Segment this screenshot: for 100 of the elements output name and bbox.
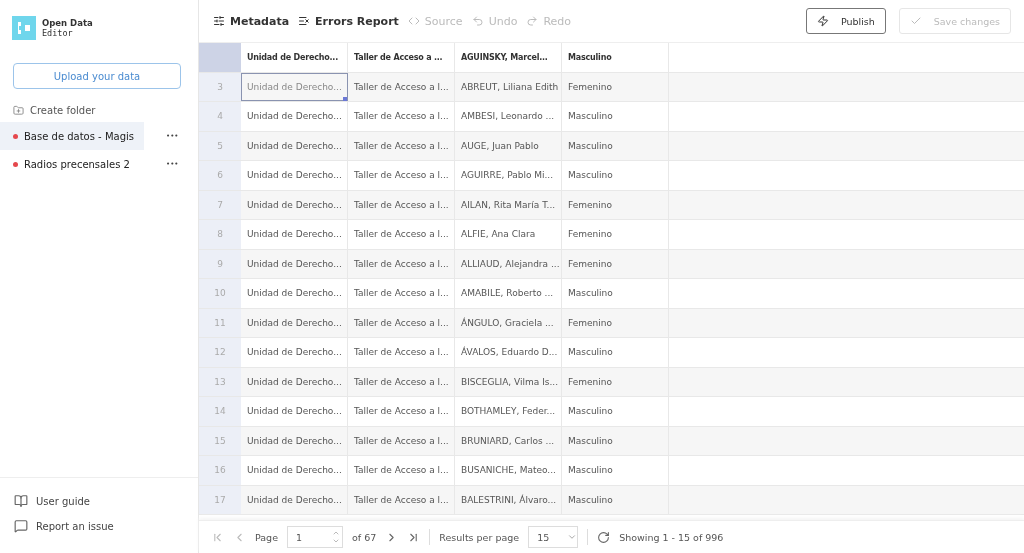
table-cell[interactable]: Masculino [562, 456, 669, 485]
table-cell[interactable]: BISCEGLIA, Vilma Is... [455, 367, 562, 396]
book-icon [14, 494, 28, 508]
upload-button[interactable]: Upload your data [13, 63, 181, 89]
column-header[interactable]: Masculino [562, 43, 669, 72]
table-cell[interactable]: Unidad de Derecho... [241, 397, 348, 426]
up-icon[interactable] [332, 529, 340, 537]
table-cell[interactable]: Unidad de Derecho... [241, 161, 348, 190]
table-cell[interactable]: Masculino [562, 279, 669, 308]
column-header[interactable]: Unidad de Derecho... [241, 43, 348, 72]
table-cell[interactable]: BUSANICHE, Mateo... [455, 456, 562, 485]
row-number: 12 [199, 338, 241, 367]
table-cell[interactable]: Masculino [562, 485, 669, 514]
row-number: 8 [199, 220, 241, 249]
toolbar-button[interactable]: Metadata [213, 14, 295, 28]
table-cell[interactable]: Unidad de Derecho... [241, 308, 348, 337]
per-page-select[interactable]: 15 [528, 526, 579, 548]
create-folder-link[interactable]: Create folder [30, 105, 96, 116]
table-cell[interactable]: Taller de Acceso a l... [348, 190, 455, 219]
table-cell[interactable]: Unidad de Derecho... [241, 338, 348, 367]
table-cell[interactable]: ÁVALOS, Eduardo D... [455, 338, 562, 367]
table-cell[interactable]: Taller de Acceso a l... [348, 131, 455, 160]
row-number: 10 [199, 279, 241, 308]
table-cell[interactable]: Femenino [562, 190, 669, 219]
table-cell[interactable]: Masculino [562, 338, 669, 367]
table-cell[interactable]: Unidad de Derecho... [241, 190, 348, 219]
row-number: 6 [199, 161, 241, 190]
table-cell[interactable]: Taller de Acceso a l... [348, 161, 455, 190]
table-cell[interactable]: Femenino [562, 220, 669, 249]
table-cell[interactable]: Unidad de Derecho... [241, 131, 348, 160]
folder-icon [13, 105, 24, 116]
column-header[interactable]: AGUINSKY, Marcel... [455, 43, 562, 72]
table-cell[interactable]: Taller de Acceso a l... [348, 279, 455, 308]
table-cell[interactable]: AMBESI, Leonardo ... [455, 102, 562, 131]
table-cell[interactable]: Taller de Acceso a l... [348, 338, 455, 367]
table-cell[interactable]: AMABILE, Roberto ... [455, 279, 562, 308]
fill-handle[interactable] [343, 97, 347, 101]
table-cell[interactable]: Unidad de Derecho... [241, 426, 348, 455]
table-cell[interactable]: Unidad de Derecho... [241, 456, 348, 485]
refresh-button[interactable] [597, 530, 611, 544]
row-number: 9 [199, 249, 241, 278]
chat-icon [14, 519, 28, 533]
table-cell[interactable]: ALLIAUD, Alejandra ... [455, 249, 562, 278]
table-cell[interactable]: Unidad de Derecho... [241, 220, 348, 249]
table-cell[interactable]: Taller de Acceso a l... [348, 102, 455, 131]
file-item[interactable]: Radios precensales 2 [0, 150, 144, 178]
table-cell[interactable]: AUGE, Juan Pablo [455, 131, 562, 160]
table-cell[interactable]: Taller de Acceso a l... [348, 426, 455, 455]
table-cell[interactable]: Taller de Acceso a l... [348, 456, 455, 485]
table-cell[interactable]: Masculino [562, 102, 669, 131]
column-header[interactable]: Taller de Acceso a ... [348, 43, 455, 72]
table-cell[interactable]: Femenino [562, 308, 669, 337]
page-field[interactable]: 1 [287, 526, 343, 548]
table-cell[interactable]: Unidad de Derecho... [241, 279, 348, 308]
table-cell[interactable]: Masculino [562, 131, 669, 160]
row-number: 15 [199, 426, 241, 455]
table-cell[interactable]: Taller de Acceso a l... [348, 397, 455, 426]
caret-icon [567, 532, 578, 542]
table-cell[interactable]: AILAN, Rita María T... [455, 190, 562, 219]
footer-link[interactable]: Report an issue [36, 520, 114, 532]
table-cell[interactable]: Taller de Acceso a l... [348, 249, 455, 278]
sliders-icon [213, 15, 225, 27]
table-cell[interactable]: Taller de Acceso a l... [348, 220, 455, 249]
file-item[interactable]: Base de datos - Magis [0, 122, 144, 150]
table-cell[interactable]: ABREUT, Liliana Edith [455, 72, 562, 101]
table-cell[interactable]: BOTHAMLEY, Feder... [455, 397, 562, 426]
table-cell[interactable]: Unidad de Derecho... [241, 367, 348, 396]
code-icon [407, 15, 420, 27]
table-cell[interactable]: Taller de Acceso a l... [348, 72, 455, 101]
table-cell[interactable]: Taller de Acceso a l... [348, 367, 455, 396]
table-cell[interactable]: Taller de Acceso a l... [348, 308, 455, 337]
footer-link[interactable]: User guide [36, 495, 90, 507]
table-cell[interactable]: Unidad de Derecho... [241, 485, 348, 514]
table-cell[interactable]: ALFIE, Ana Clara [455, 220, 562, 249]
table-cell[interactable]: AGUIRRE, Pablo Mi... [455, 161, 562, 190]
page-label: Page [255, 531, 278, 543]
row-number: 17 [199, 485, 241, 514]
table-cell[interactable]: Masculino [562, 397, 669, 426]
table-cell[interactable]: Femenino [562, 249, 669, 278]
app-name: Open Data [42, 18, 93, 28]
table-cell[interactable]: Unidad de Derecho... [241, 249, 348, 278]
publish-button[interactable]: Publish [805, 8, 886, 34]
table-cell[interactable]: BRUNIARD, Carlos ... [455, 426, 562, 455]
toolbar-button[interactable]: Errors Report [298, 14, 404, 28]
row-number: 13 [199, 367, 241, 396]
table-cell[interactable]: Taller de Acceso a l... [348, 485, 455, 514]
table-cell[interactable]: BALESTRINI, Álvaro... [455, 485, 562, 514]
per-page-label: Results per page [439, 531, 520, 543]
table-cell[interactable]: ÁNGULO, Graciela ... [455, 308, 562, 337]
down-icon[interactable] [332, 537, 340, 545]
undo-icon [471, 15, 484, 27]
row-number: 5 [199, 131, 241, 160]
table-cell[interactable]: Unidad de Derecho... [241, 72, 348, 101]
table-cell[interactable]: Masculino [562, 161, 669, 190]
corner-cell [199, 43, 241, 72]
table-cell[interactable]: Femenino [562, 72, 669, 101]
table-cell[interactable]: Unidad de Derecho... [241, 102, 348, 131]
table-cell[interactable]: Femenino [562, 367, 669, 396]
check-icon [909, 15, 922, 27]
table-cell[interactable]: Masculino [562, 426, 669, 455]
